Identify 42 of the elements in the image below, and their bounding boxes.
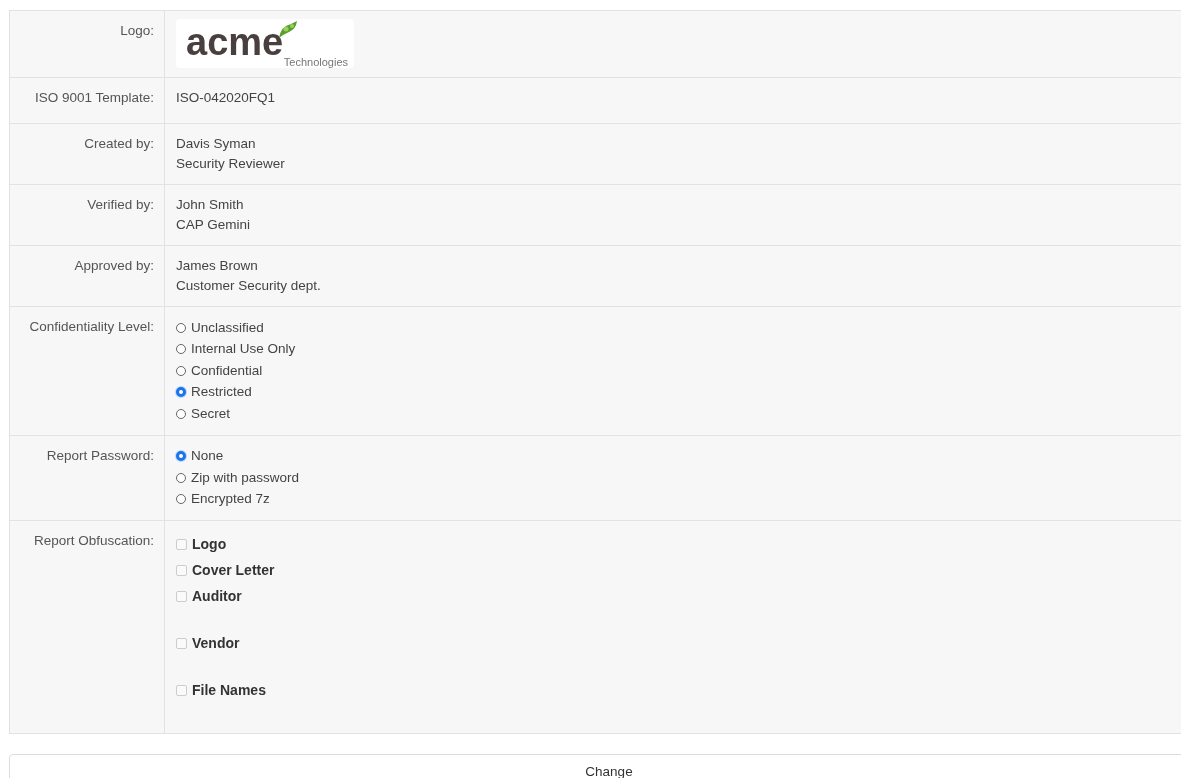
field-label: Logo: [120,23,154,38]
radio-button[interactable] [176,387,186,398]
radio-label[interactable]: None [191,446,224,467]
field-value: Customer Security dept. [176,277,322,295]
field-label: Verified by: [87,197,154,212]
field-label: Report Password: [46,447,154,463]
radio-button[interactable] [176,344,186,355]
radio-label[interactable]: Encrypted 7z [191,489,270,510]
radio-button[interactable] [176,494,186,505]
radio-label[interactable]: Secret [191,403,231,424]
field-value: CAP Gemini [176,216,252,234]
field-label: Report Obfuscation: [33,533,154,548]
checkbox[interactable] [176,684,187,696]
radio-button[interactable] [176,365,186,376]
checkbox-label[interactable]: Logo [192,534,227,554]
radio-label[interactable]: Zip with password [191,467,300,488]
field-value: John Smith [176,196,245,214]
radio-label[interactable]: Unclassified [191,317,264,338]
checkbox-label[interactable]: Auditor [192,586,242,606]
checkbox[interactable] [176,538,187,550]
checkbox-label[interactable]: File Names [192,680,266,700]
checkbox[interactable] [176,590,187,602]
field-value: ISO-042020FQ1 [176,89,277,107]
radio-button[interactable] [176,322,186,333]
field-value: Security Reviewer [176,155,286,173]
field-value: James Brown [176,257,259,275]
radio-label[interactable]: Restricted [191,382,252,403]
field-label: Created by: [84,136,154,151]
checkbox[interactable] [176,637,187,649]
field-value: Davis Syman [176,135,257,153]
change-button[interactable]: Change [9,754,1181,778]
checkbox-label[interactable]: Vendor [192,633,240,653]
radio-label[interactable]: Internal Use Only [191,339,296,360]
radio-button[interactable] [176,472,186,483]
field-label: ISO 9001 Template: [34,90,154,105]
radio-button[interactable] [176,408,186,419]
radio-button[interactable] [176,451,186,462]
checkbox-label[interactable]: Cover Letter [192,560,275,580]
field-label: Confidentiality Level: [29,319,154,334]
radio-label[interactable]: Confidential [191,360,263,381]
field-label: Approved by: [74,258,154,273]
checkbox[interactable] [176,564,187,576]
